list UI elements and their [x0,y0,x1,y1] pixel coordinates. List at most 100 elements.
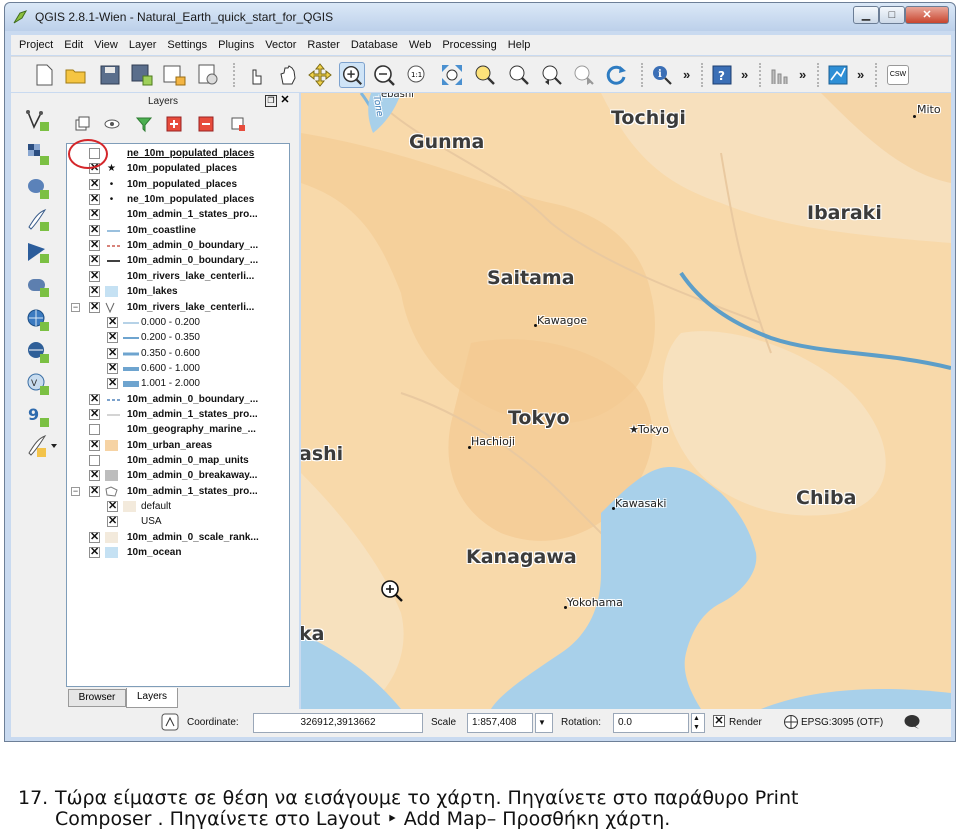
add-group-icon[interactable] [73,115,91,133]
scale-field[interactable]: 1:857,408 [467,713,533,733]
legend-class-row[interactable]: ✕ 1.001 - 2.000 [67,376,289,391]
expand-all-icon[interactable] [165,115,183,133]
layer-visibility-checkbox[interactable]: ✕ [89,209,100,221]
title-bar[interactable]: QGIS 2.8.1-Wien - Natural_Earth_quick_st… [5,3,955,31]
zoom-to-layer-icon[interactable] [505,62,531,88]
help-icon[interactable]: ? [709,62,735,88]
add-delimited-text-layer-icon[interactable]: 9 [25,403,51,429]
menu-raster[interactable]: Raster [307,39,339,51]
composer-manager-icon[interactable] [195,62,221,88]
manage-visibility-icon[interactable] [103,115,121,133]
minimize-button[interactable]: ▁ [853,6,879,24]
select-icon[interactable] [825,62,851,88]
pan-map-icon[interactable] [275,62,301,88]
legend-class-row[interactable]: ✕ default [67,499,289,514]
maximize-button[interactable]: □ [879,6,905,24]
layer-row[interactable]: ✕ 10m_admin_0_boundary_... [67,253,289,268]
refresh-icon[interactable] [603,62,629,88]
toolbar-grip[interactable] [701,63,705,87]
toolbar-grip[interactable] [817,63,821,87]
float-panel-button[interactable]: ❐ [265,95,277,107]
toolbar-grip[interactable] [759,63,763,87]
touch-zoom-icon[interactable] [243,62,269,88]
layer-row[interactable]: ✕ 10m_coastline [67,223,289,238]
add-spatialite-layer-icon[interactable] [25,207,51,233]
layer-row[interactable]: ✕ 10m_admin_1_states_pro... [67,407,289,422]
add-oracle-layer-icon[interactable] [25,273,51,299]
menu-processing[interactable]: Processing [442,39,496,51]
menu-web[interactable]: Web [409,39,431,51]
open-project-icon[interactable] [63,62,89,88]
rotation-spinner[interactable]: ▲ ▼ [691,713,705,733]
layer-row[interactable]: ✕ 10m_urban_areas [67,438,289,453]
add-wfs-layer-icon[interactable]: V [25,371,51,397]
csw-icon[interactable]: CSW [887,65,909,85]
layer-visibility-checkbox[interactable]: ✕ [89,485,100,497]
layer-visibility-checkbox[interactable]: ✕ [89,270,100,282]
layer-visibility-checkbox[interactable]: ✕ [89,240,100,252]
menu-layer[interactable]: Layer [129,39,157,51]
layer-row[interactable]: 10m_admin_0_map_units [67,453,289,468]
toolbar-more-button[interactable]: » [683,67,690,82]
save-as-icon[interactable] [129,62,155,88]
collapse-toggle[interactable]: − [71,302,80,312]
zoom-actual-icon[interactable]: 1:1 [403,62,429,88]
legend-class-row[interactable]: ✕ USA [67,514,289,529]
coordinate-toggle-icon[interactable] [161,713,179,731]
layer-visibility-checkbox[interactable]: ✕ [89,439,100,451]
layer-row[interactable]: ✕ 10m_admin_0_boundary_... [67,392,289,407]
add-mssql-layer-icon[interactable] [25,239,51,265]
toolbar-more-button[interactable]: » [799,67,806,82]
legend-class-row[interactable]: ✕ 0.600 - 1.000 [67,361,289,376]
menu-project[interactable]: Project [19,39,53,51]
identify-icon[interactable]: i [649,62,675,88]
layer-row[interactable]: 10m_geography_marine_... [67,422,289,437]
zoom-full-icon[interactable] [439,62,465,88]
add-postgis-layer-icon[interactable] [25,175,51,201]
save-project-icon[interactable] [97,62,123,88]
layer-visibility-checkbox[interactable]: ✕ [107,378,118,390]
legend-class-row[interactable]: ✕ 0.200 - 0.350 [67,330,289,345]
layer-row[interactable]: ✕ 10m_admin_1_states_pro... [67,207,289,222]
filter-legend-icon[interactable] [135,115,153,133]
layer-visibility-checkbox[interactable]: ✕ [107,362,118,374]
render-checkbox[interactable]: ✕ [713,715,725,727]
messages-icon[interactable] [903,714,921,730]
zoom-in-icon[interactable] [339,62,365,88]
layer-visibility-checkbox[interactable]: ✕ [89,531,100,543]
layer-row[interactable]: − ✕ 10m_rivers_lake_centerli... [67,300,289,315]
new-shapefile-layer-icon[interactable] [25,433,61,459]
layer-visibility-checkbox[interactable]: ✕ [89,178,100,190]
layer-row[interactable]: ✕ 10m_admin_0_scale_rank... [67,530,289,545]
layer-visibility-checkbox[interactable]: ✕ [107,332,118,344]
layer-visibility-checkbox[interactable]: ✕ [89,224,100,236]
layer-row[interactable]: ✕ 10m_admin_0_boundary_... [67,238,289,253]
add-wcs-layer-icon[interactable] [25,339,51,365]
layer-row[interactable]: ✕ 10m_lakes [67,284,289,299]
layer-visibility-checkbox[interactable]: ✕ [107,316,118,328]
menu-edit[interactable]: Edit [64,39,83,51]
toolbar-more-button[interactable]: » [857,67,864,82]
add-wms-layer-icon[interactable] [25,307,51,333]
layer-visibility-checkbox[interactable]: ✕ [89,255,100,267]
toolbar-more-button[interactable]: » [741,67,748,82]
menu-help[interactable]: Help [508,39,531,51]
zoom-out-icon[interactable] [371,62,397,88]
menu-plugins[interactable]: Plugins [218,39,254,51]
layer-row[interactable]: ✕ 10m_admin_0_breakaway... [67,468,289,483]
toolbar-grip[interactable] [875,63,879,87]
coordinate-field[interactable]: 326912,3913662 [253,713,423,733]
menu-settings[interactable]: Settings [167,39,207,51]
legend-class-row[interactable]: ✕ 0.350 - 0.600 [67,346,289,361]
layer-visibility-checkbox[interactable]: ✕ [89,547,100,559]
new-project-icon[interactable] [31,62,57,88]
menu-vector[interactable]: Vector [265,39,296,51]
close-window-button[interactable]: ✕ [905,6,949,24]
legend-class-row[interactable]: ✕ 0.000 - 0.200 [67,315,289,330]
toolbar-grip[interactable] [233,63,237,87]
close-panel-button[interactable]: ✕ [279,95,291,107]
layer-visibility-checkbox[interactable]: ✕ [89,301,100,313]
map-canvas[interactable]: Gunma Tochigi Ibaraki Saitama Tokyo Chib… [301,93,951,709]
menu-database[interactable]: Database [351,39,398,51]
layer-visibility-checkbox[interactable]: ✕ [89,470,100,482]
